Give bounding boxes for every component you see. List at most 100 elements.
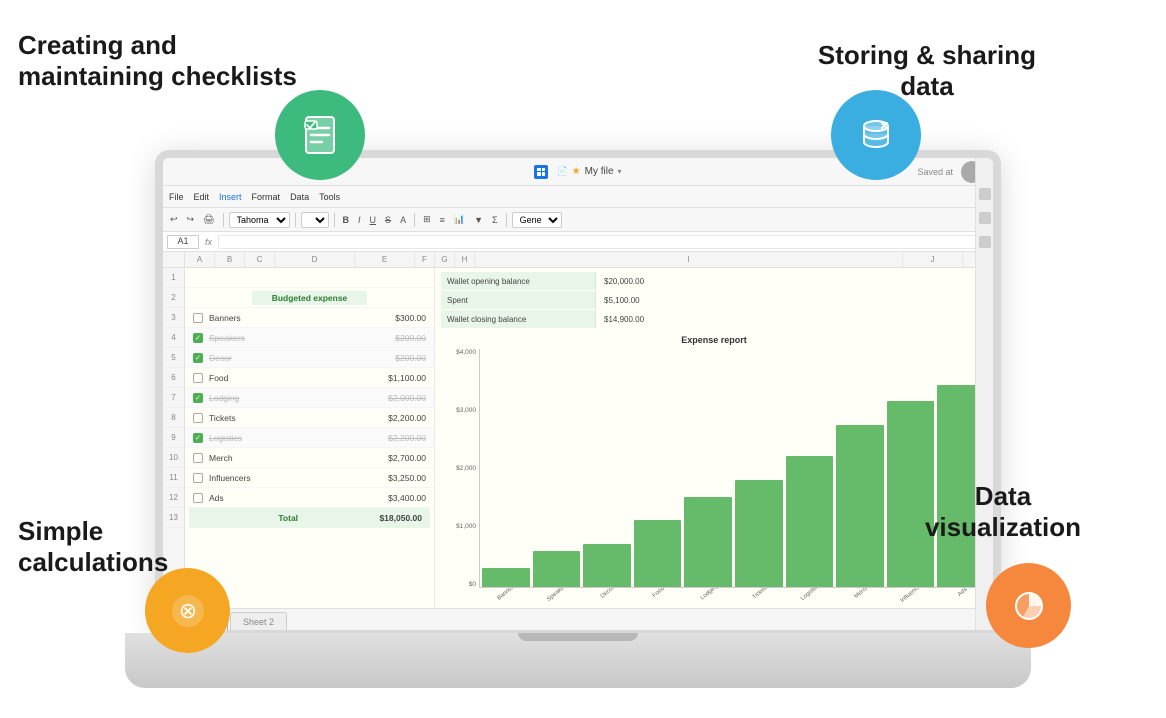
checkbox-3[interactable]	[193, 373, 203, 383]
formula-input[interactable]	[218, 235, 989, 249]
menu-edit[interactable]: Edit	[194, 192, 210, 202]
checkbox-0[interactable]	[193, 313, 203, 323]
row-num-5: 5	[163, 348, 184, 368]
print-btn[interactable]: 🖨	[200, 213, 217, 226]
x-label-8: Influencers	[892, 588, 938, 604]
checkbox-4[interactable]: ✓	[193, 393, 203, 403]
row-num-1: 1	[163, 268, 184, 288]
checkbox-5[interactable]	[193, 413, 203, 423]
row-num-4: 4	[163, 328, 184, 348]
format-selector[interactable]: General	[512, 212, 562, 228]
menu-tools[interactable]: Tools	[319, 192, 340, 202]
row-num-9: 9	[163, 428, 184, 448]
file-title: My file	[585, 166, 614, 177]
pie-chart-icon-circle	[986, 563, 1071, 648]
total-amount: $18,050.00	[379, 513, 422, 523]
filter-btn[interactable]: ▼	[471, 214, 486, 226]
cell-reference[interactable]: A1	[167, 235, 199, 249]
total-label: Total	[197, 513, 379, 523]
col-d: D	[275, 252, 355, 267]
strikethrough-btn[interactable]: S	[382, 214, 394, 226]
undo-btn[interactable]: ↩	[167, 213, 181, 226]
chart-bar-1	[533, 551, 581, 587]
label-simple-line2: calculations	[18, 547, 168, 577]
label-line2: maintaining checklists	[18, 61, 297, 91]
grid-content: Budgeted expense Banners$300.00 ✓ Speakers…	[185, 268, 993, 608]
y-label-0: $0	[469, 581, 476, 588]
col-j: J	[903, 252, 963, 267]
label-storing-line1: Storing & sharing	[818, 40, 1036, 70]
bold-btn[interactable]: B	[340, 214, 353, 226]
checkbox-2[interactable]: ✓	[193, 353, 203, 363]
chart-bar-4	[684, 497, 732, 587]
col-f: F	[415, 252, 435, 267]
italic-btn[interactable]: I	[355, 214, 364, 226]
menu-bar: File Edit Insert Format Data Tools	[163, 186, 993, 208]
x-label-3: Food	[639, 588, 685, 604]
menu-insert[interactable]: Insert	[219, 192, 242, 202]
font-selector[interactable]: Tahoma	[229, 212, 290, 228]
calculator-icon-circle: ⊗	[145, 568, 230, 653]
laptop-base	[125, 633, 1031, 688]
formula-bar: A1 fx	[163, 232, 993, 252]
checklist-icon-circle	[275, 90, 365, 180]
row-num-3: 3	[163, 308, 184, 328]
item-name-9: Ads	[209, 493, 388, 503]
x-label-0: Banners	[487, 588, 533, 604]
checkbox-1[interactable]: ✓	[193, 333, 203, 343]
chart-inner: $4,000 $3,000 $2,000 $1,000 $0	[441, 349, 987, 604]
checkbox-7[interactable]	[193, 453, 203, 463]
chart-btn[interactable]: 📊	[451, 213, 468, 226]
redo-btn[interactable]: ↪	[184, 213, 198, 226]
font-size-selector[interactable]: 10	[301, 212, 329, 228]
item-price-5: $2,200.00	[388, 413, 426, 423]
svg-text:⊗: ⊗	[178, 598, 196, 623]
file-name: 📄 ★ My file ▾	[534, 165, 621, 179]
item-price-6: $2,200.00	[388, 433, 426, 443]
y-label-2000: $2,000	[456, 465, 476, 472]
wallet-label-2: Wallet closing balance	[441, 310, 596, 328]
item-name-1: Speakers	[209, 333, 395, 343]
label-creating-checklists: Creating and maintaining checklists	[18, 30, 297, 92]
dropdown-icon: ▾	[618, 167, 622, 176]
budget-item-row-7: Merch$2,700.00	[185, 448, 434, 468]
chart-bar-6	[786, 456, 834, 587]
col-i: I	[475, 252, 903, 267]
menu-file[interactable]: File	[169, 192, 184, 202]
align-btn[interactable]: ≡	[437, 214, 448, 226]
merge-btn[interactable]: ⊞	[420, 213, 434, 226]
sheet-tab-2[interactable]: Sheet 2	[230, 612, 287, 630]
laptop-screen: 📄 ★ My file ▾ Saved at File Edit Insert …	[155, 150, 1001, 638]
checkbox-9[interactable]	[193, 493, 203, 503]
budget-item-row-2: ✓Decor$200.00	[185, 348, 434, 368]
color-btn[interactable]: A	[397, 214, 409, 226]
row-num-2: 2	[163, 288, 184, 308]
item-price-7: $2,700.00	[388, 453, 426, 463]
budget-item-row-3: Food$1,100.00	[185, 368, 434, 388]
menu-data[interactable]: Data	[290, 192, 309, 202]
menu-format[interactable]: Format	[252, 192, 281, 202]
formula-btn[interactable]: Σ	[489, 214, 501, 226]
budget-items-container: Banners$300.00✓Speakers$200.00✓Decor$200…	[185, 308, 434, 508]
toolbar: ↩ ↪ 🖨 Tahoma 10 B I U S A ⊞ ≡	[163, 208, 993, 232]
budget-item-row-8: Influencers$3,250.00	[185, 468, 434, 488]
underline-btn[interactable]: U	[367, 214, 380, 226]
label-line1: Creating and	[18, 30, 177, 60]
item-price-4: $2,000.00	[388, 393, 426, 403]
budget-item-row-4: ✓ Lodging$2,000.00	[185, 388, 434, 408]
total-row: Total $18,050.00	[189, 508, 430, 528]
budget-header-label: Budgeted expense	[252, 291, 368, 305]
budget-item-row-0: Banners$300.00	[185, 308, 434, 328]
col-e: E	[355, 252, 415, 267]
sheet-tabs: Sheet 1 Sheet 2	[163, 608, 993, 630]
wallet-label-0: Wallet opening balance	[441, 272, 596, 290]
laptop-container: 📄 ★ My file ▾ Saved at File Edit Insert …	[155, 150, 1001, 688]
checkbox-6[interactable]: ✓	[193, 433, 203, 443]
wallet-value-0: $20,000.00	[596, 277, 652, 286]
item-name-6: Logistics	[209, 433, 388, 443]
x-label-1: Speakers	[537, 588, 583, 604]
item-name-4: Lodging	[209, 393, 388, 403]
screen-sidebar	[975, 252, 993, 608]
checkbox-8[interactable]	[193, 473, 203, 483]
row-num-11: 11	[163, 468, 184, 488]
